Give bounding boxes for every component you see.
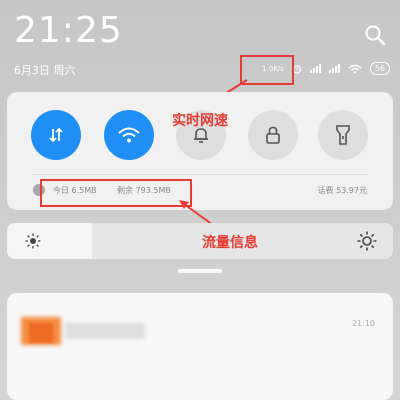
signal-icon-2 <box>328 64 340 73</box>
notification-blurred-text <box>65 323 145 339</box>
search-icon[interactable] <box>364 24 386 46</box>
brightness-high-icon <box>357 231 377 251</box>
speed-annotation: 实时网速 <box>172 113 228 129</box>
panel-divider <box>33 174 367 175</box>
drag-handle[interactable] <box>178 269 222 273</box>
phone-balance: 话费 53.97元 <box>317 186 367 195</box>
lock-icon <box>266 126 280 144</box>
date-text: 6月3日 周六 <box>14 64 76 77</box>
brightness-slider[interactable] <box>7 223 393 259</box>
notification-app-icon-inner <box>29 323 53 343</box>
brightness-level <box>7 223 92 259</box>
notification-card[interactable]: 21:10 <box>7 293 393 400</box>
data-arrows-icon <box>49 127 63 143</box>
notification-time: 21:10 <box>351 319 375 328</box>
wifi-status-icon <box>348 64 362 74</box>
flashlight-icon <box>336 125 350 145</box>
wifi-toggle[interactable] <box>104 110 154 160</box>
flashlight-toggle[interactable] <box>318 110 368 160</box>
wifi-icon <box>118 127 140 143</box>
battery-indicator: 56 <box>369 62 390 75</box>
mobile-data-toggle[interactable] <box>31 110 81 160</box>
data-annotation: 流量信息 <box>202 235 258 251</box>
data-highlight-box <box>40 179 192 207</box>
clock: 21:25 <box>14 10 123 51</box>
signal-icon-1 <box>309 64 321 73</box>
brightness-low-icon <box>25 233 41 249</box>
rotation-lock-toggle[interactable] <box>248 110 298 160</box>
